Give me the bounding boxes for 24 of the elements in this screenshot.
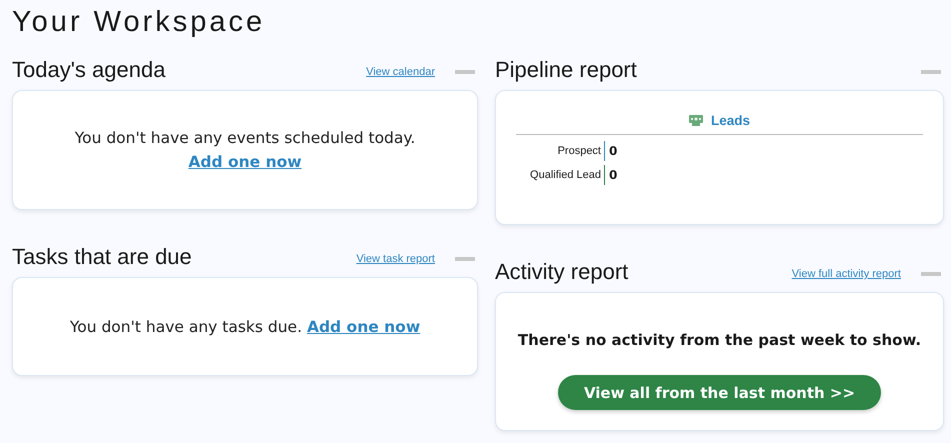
empty-message: There's no activity from the past week to show. bbox=[518, 331, 922, 349]
page-title: Your Workspace bbox=[12, 5, 266, 40]
report-link[interactable]: View full activity report bbox=[792, 268, 901, 280]
widget-title: Activity report bbox=[495, 259, 630, 285]
drag-handle[interactable] bbox=[455, 257, 475, 261]
empty-message: You don't have any tasks due. Add one now bbox=[70, 316, 420, 338]
stage-label: Prospect bbox=[556, 144, 602, 159]
add-link[interactable]: Add one now bbox=[188, 153, 302, 171]
stage-count: 0 bbox=[604, 141, 618, 161]
widget-title: Pipeline report bbox=[495, 57, 638, 83]
report-link[interactable]: View calendar bbox=[366, 66, 435, 78]
stage-count: 0 bbox=[604, 165, 618, 185]
widget-title: Tasks that are due bbox=[12, 244, 193, 270]
drag-handle[interactable] bbox=[921, 272, 941, 276]
add-link[interactable]: Add one now bbox=[306, 318, 420, 336]
drag-handle[interactable] bbox=[455, 70, 475, 74]
empty-message: You don't have any events scheduled today. Add one now bbox=[74, 128, 416, 173]
view-all-button[interactable]: View all from the last month >> bbox=[558, 375, 882, 410]
ticket-icon bbox=[688, 115, 703, 126]
drag-handle[interactable] bbox=[921, 70, 941, 74]
widget-title: Today's agenda bbox=[12, 57, 166, 83]
report-link[interactable]: View task report bbox=[356, 253, 435, 265]
stage-label: Qualified Lead bbox=[529, 168, 602, 183]
section-title: Leads bbox=[710, 113, 750, 128]
